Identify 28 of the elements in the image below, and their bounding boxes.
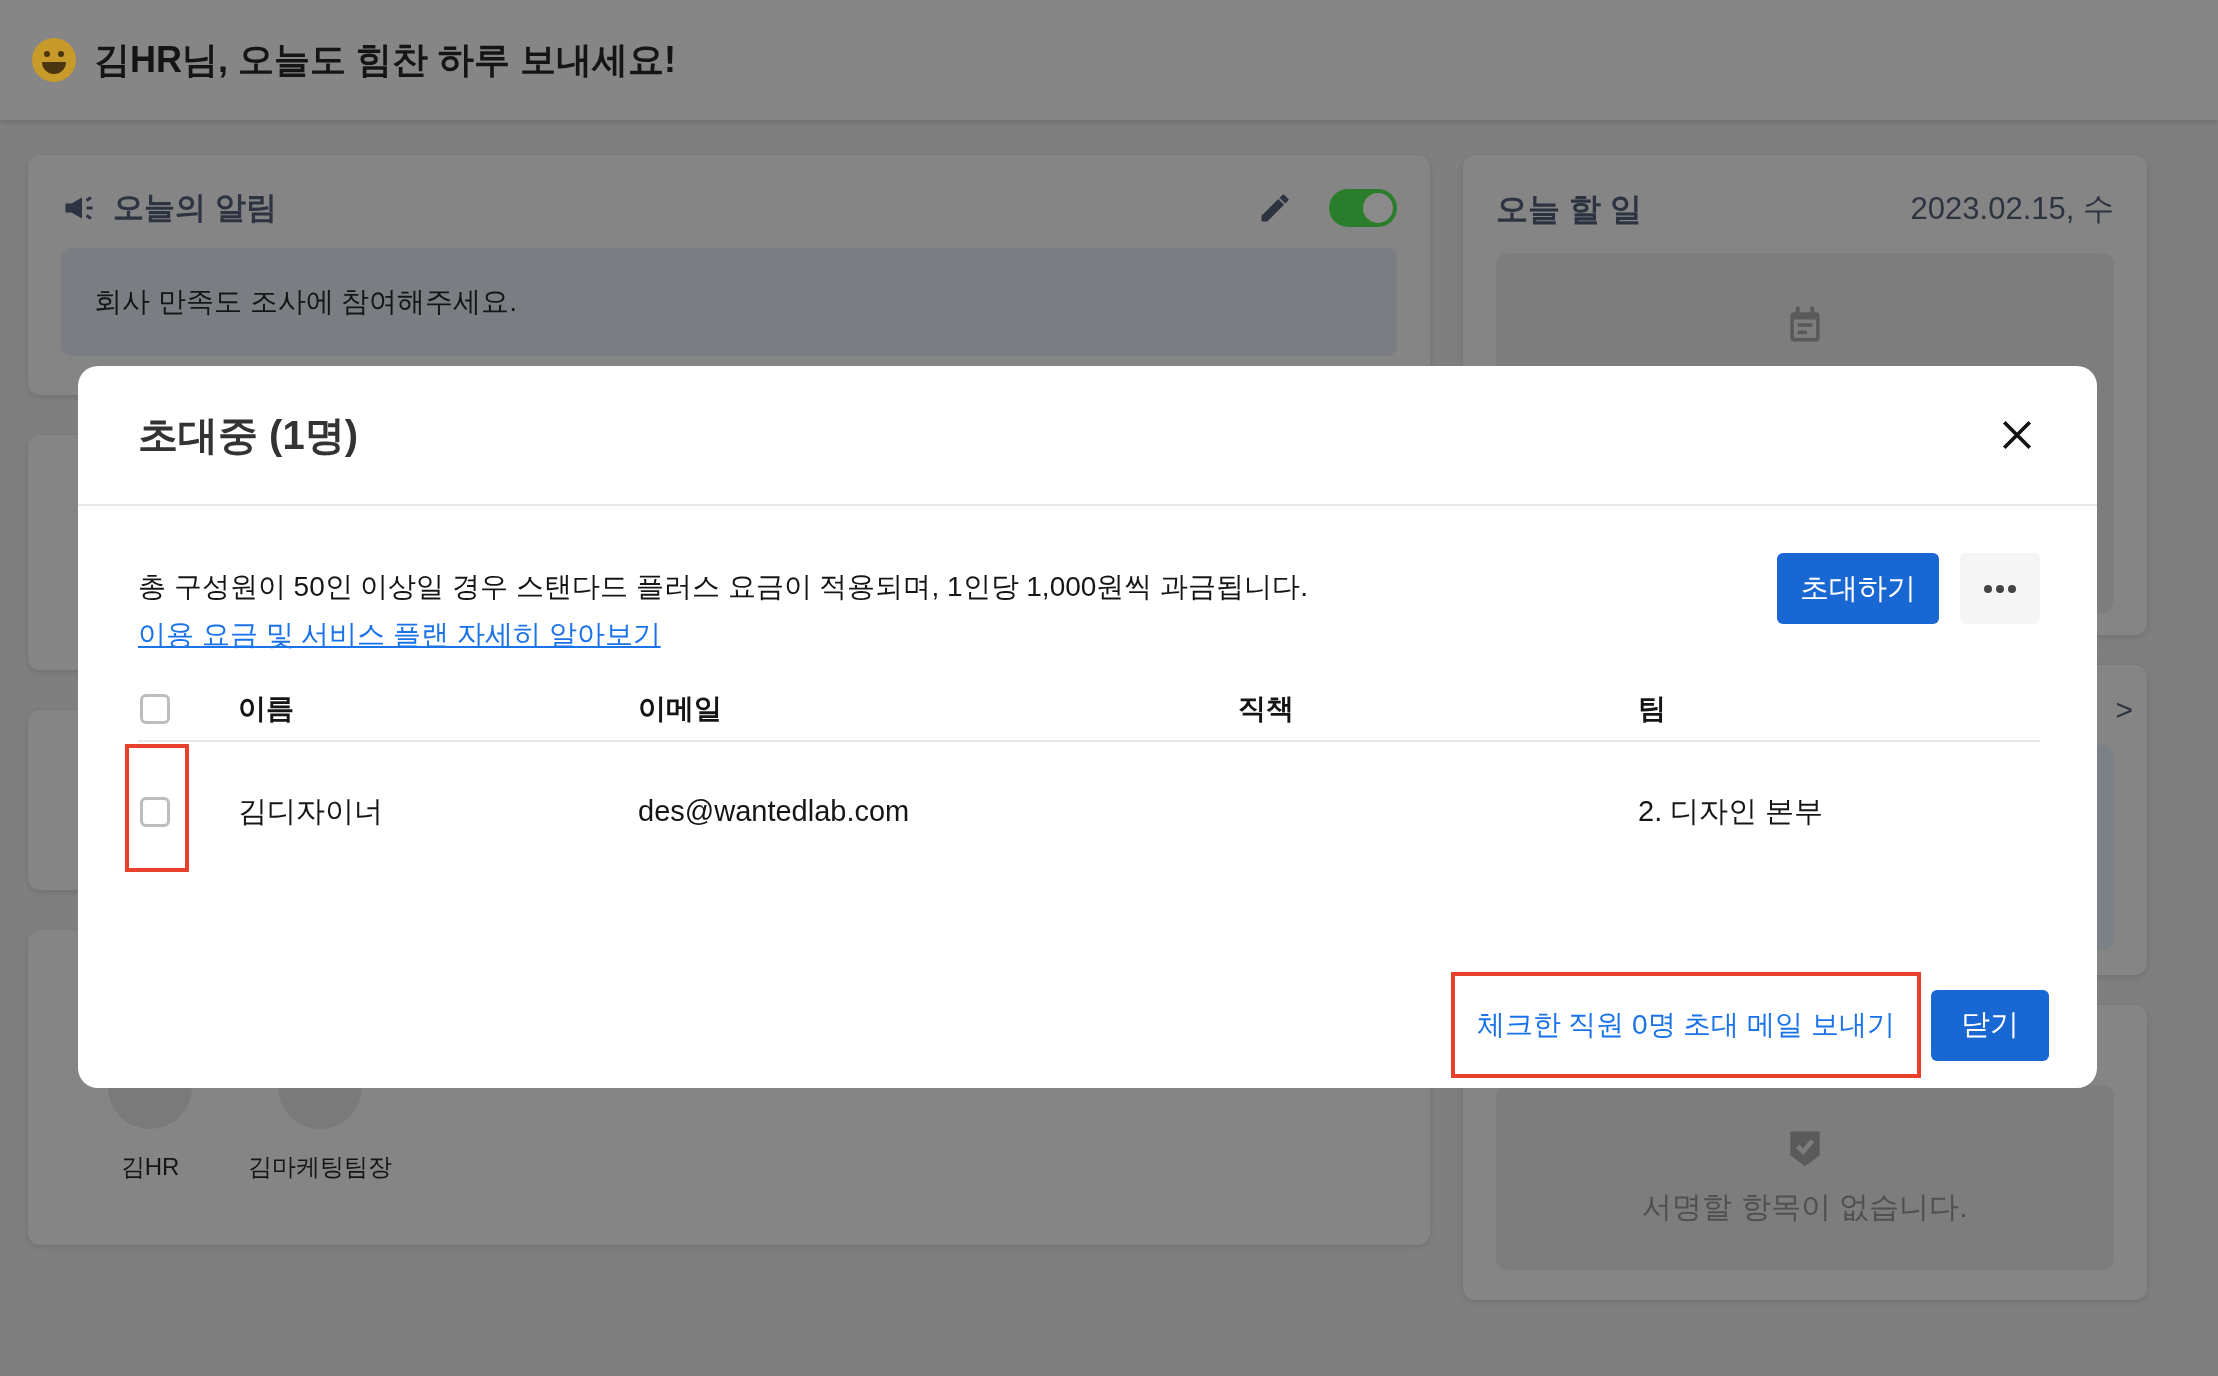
checkbox[interactable] (140, 797, 170, 827)
column-header: 팀 (1638, 692, 1667, 726)
more-button[interactable] (1960, 553, 2040, 624)
table-cell-text: 김디자이너 (238, 794, 384, 830)
close-dialog-button[interactable]: 닫기 (1931, 989, 2049, 1061)
close-icon (2000, 418, 2034, 452)
column-header: 이름 (238, 692, 295, 726)
toggle-switch[interactable] (1329, 189, 1397, 228)
smiley-icon (30, 36, 78, 84)
invite-button[interactable]: 초대하기 (1777, 553, 1939, 624)
plan-link[interactable]: 이용 요금 및 서비스 플랜 자세히 알아보기 (138, 614, 1308, 656)
member-name: 김마케팅팀장 (248, 1152, 392, 1182)
table-cell-text: 2. 디자인 본부 (1638, 794, 1825, 830)
checkbox[interactable] (140, 694, 170, 724)
member-name: 김HR (120, 1152, 180, 1182)
column-header: 이메일 (638, 692, 723, 726)
card-title: 오늘의 알림 (113, 189, 278, 227)
table-cell-text: des@wantedlab.com (638, 794, 911, 830)
dialog-title: 초대중 (1명) (138, 412, 358, 459)
date-label: 2023.02.15, 수 (1910, 189, 2114, 228)
chevron-link[interactable]: > (2115, 687, 2133, 732)
plan-notice: 총 구성원이 50인 이상일 경우 스탠다드 플러스 요금이 적용되며, 1인당 1,000원씩 과금됩니다. (138, 570, 1308, 604)
card-title: 오늘 할 일 (1496, 190, 1642, 229)
column-header: 직책 (1238, 692, 1295, 726)
notice-message: 회사 만족도 조사에 참여해주세요. (61, 247, 1397, 356)
more-icon (1983, 583, 2017, 594)
send-invite-link[interactable]: 체크한 직원 0명 초대 메일 보내기 (1450, 972, 1921, 1078)
greeting-title: 김HR님, 오늘도 힘찬 하루 보내세요! (94, 38, 676, 82)
